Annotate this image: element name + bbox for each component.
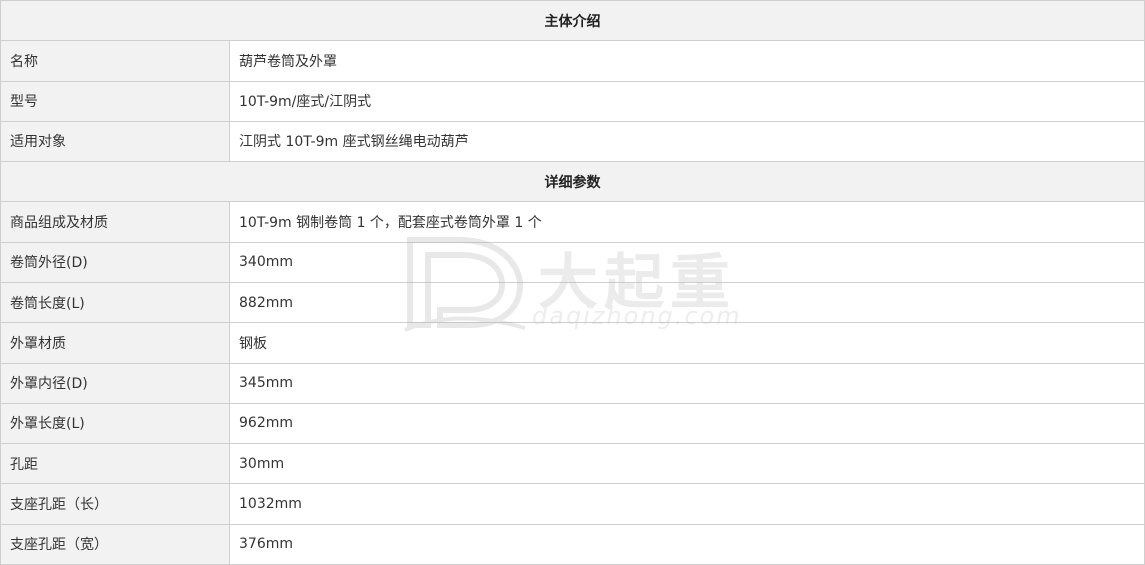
table-row: 卷筒外径(D) 340mm [0,241,1145,283]
table-row: 名称 葫芦卷筒及外罩 [0,40,1145,82]
row-value: 葫芦卷筒及外罩 [229,40,1145,82]
table-row: 外罩材质 钢板 [0,322,1145,364]
row-value: 江阴式 10T-9m 座式钢丝绳电动葫芦 [229,120,1145,163]
table-row: 外罩内径(D) 345mm [0,362,1145,404]
section-header-row: 主体介绍 [0,0,1145,42]
table-row: 支座孔距（长） 1032mm [0,483,1145,525]
section-title-details: 详细参数 [0,161,1145,203]
row-label: 商品组成及材质 [0,201,230,243]
table-row: 商品组成及材质 10T-9m 钢制卷筒 1 个，配套座式卷筒外罩 1 个 [0,201,1145,243]
row-value: 钢板 [229,322,1145,364]
row-value: 345mm [229,362,1145,404]
table-row: 支座孔距（宽） 376mm [0,523,1145,565]
row-label: 支座孔距（长） [0,483,230,525]
row-label: 适用对象 [0,120,230,163]
row-label: 型号 [0,80,230,122]
table-row: 适用对象 江阴式 10T-9m 座式钢丝绳电动葫芦 [0,120,1145,163]
row-value: 882mm [229,281,1145,324]
row-label: 外罩材质 [0,322,230,364]
row-value: 10T-9m 钢制卷筒 1 个，配套座式卷筒外罩 1 个 [229,201,1145,243]
section-header-row: 详细参数 [0,161,1145,203]
section-title-intro: 主体介绍 [0,0,1145,42]
row-label: 孔距 [0,443,230,485]
row-value: 10T-9m/座式/江阴式 [229,80,1145,122]
spec-table-body: 主体介绍 名称 葫芦卷筒及外罩 型号 10T-9m/座式/江阴式 适用对象 江阴… [0,0,1145,565]
row-label: 外罩内径(D) [0,362,230,404]
row-label: 卷筒外径(D) [0,241,230,283]
row-value: 30mm [229,443,1145,485]
row-value: 962mm [229,402,1145,445]
table-row: 外罩长度(L) 962mm [0,402,1145,445]
spec-table: 主体介绍 名称 葫芦卷筒及外罩 型号 10T-9m/座式/江阴式 适用对象 江阴… [0,0,1145,565]
row-value: 340mm [229,241,1145,283]
row-label: 支座孔距（宽） [0,523,230,565]
row-label: 名称 [0,40,230,82]
table-row: 型号 10T-9m/座式/江阴式 [0,80,1145,122]
table-row: 孔距 30mm [0,443,1145,485]
table-row: 卷筒长度(L) 882mm [0,281,1145,324]
row-label: 卷筒长度(L) [0,281,230,324]
row-value: 1032mm [229,483,1145,525]
row-label: 外罩长度(L) [0,402,230,445]
row-value: 376mm [229,523,1145,565]
